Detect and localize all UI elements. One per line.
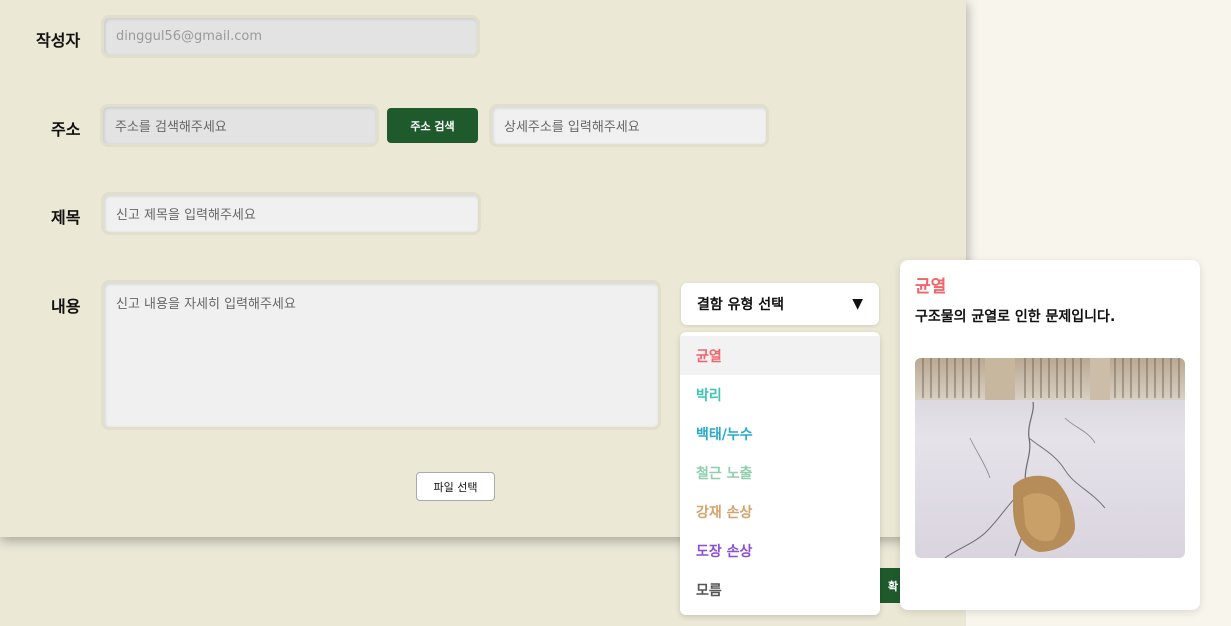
address-search-button[interactable]: 주소 검색	[387, 108, 478, 143]
subject-label: 제목	[51, 208, 81, 227]
content-textarea[interactable]: 신고 내용을 자세히 입력해주세요	[101, 280, 661, 430]
author-field: dinggul56@gmail.com	[101, 15, 480, 58]
info-card-description: 구조물의 균열로 인한 문제입니다.	[915, 309, 1116, 325]
dropdown-option[interactable]: 도장 손상	[680, 531, 880, 570]
defect-select-label: 결함 유형 선택	[697, 297, 785, 313]
defect-info-card: 균열 구조물의 균열로 인한 문제입니다.	[900, 260, 1200, 610]
confirm-button[interactable]: 확	[880, 568, 902, 603]
dropdown-option[interactable]: 철근 노출	[680, 453, 880, 492]
author-label: 작성자	[36, 31, 81, 50]
address-search-input[interactable]: 주소를 검색해주세요	[100, 104, 379, 147]
info-card-title: 균열	[915, 277, 947, 297]
dropdown-option[interactable]: 백태/누수	[680, 414, 880, 453]
content-label: 내용	[51, 297, 81, 316]
dropdown-option[interactable]: 모름	[680, 570, 880, 609]
subject-input[interactable]: 신고 제목을 입력해주세요	[101, 192, 481, 235]
dropdown-option[interactable]: 박리	[680, 375, 880, 414]
cracked-pavement-image	[915, 358, 1185, 558]
defect-type-dropdown: 균열 박리 백태/누수 철근 노출 강재 손상 도장 손상 모름	[680, 332, 880, 615]
defect-type-select[interactable]: 결함 유형 선택 ▼	[681, 283, 879, 325]
dropdown-option[interactable]: 강재 손상	[680, 492, 880, 531]
file-select-button[interactable]: 파일 선택	[416, 472, 495, 501]
address-detail-input[interactable]: 상세주소를 입력해주세요	[489, 104, 769, 147]
crack-photo	[915, 358, 1185, 558]
dropdown-arrow-icon: ▼	[852, 296, 863, 312]
dropdown-option[interactable]: 균열	[680, 336, 880, 375]
address-label: 주소	[51, 120, 81, 139]
